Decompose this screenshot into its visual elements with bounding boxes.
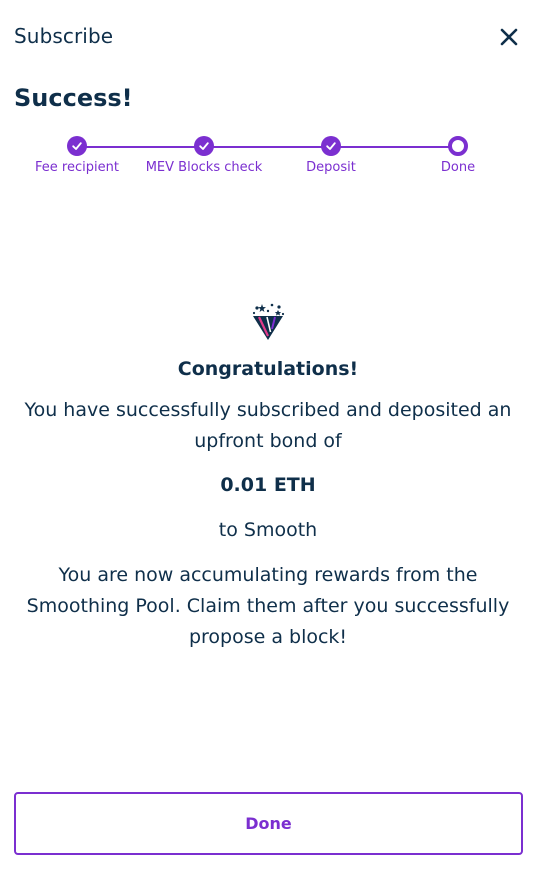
checkmark-icon [199,142,209,150]
checkmark-icon [72,142,82,150]
party-popper-icon [252,303,285,340]
success-message: Congratulations! You have successfully s… [20,302,516,653]
close-button[interactable] [496,24,522,50]
step-complete-indicator [194,136,214,156]
step-current-indicator [448,136,468,156]
pool-name-text: to Smooth [218,519,318,541]
done-button[interactable]: Done [14,792,523,855]
step-label: Fee recipient [35,160,119,175]
step-label: Deposit [306,160,356,175]
close-icon [500,28,518,46]
step-fee-recipient: Fee recipient [7,136,147,175]
step-label: Done [440,160,476,175]
bond-amount: 0.01 ETH [220,474,316,496]
page-title: Success! [14,84,133,112]
step-mev-blocks-check: MEV Blocks check [134,136,274,175]
step-complete-indicator [321,136,341,156]
subscribe-dialog: Subscribe Success! Fee recipient MEV Blo… [0,0,542,873]
step-deposit: Deposit [261,136,401,175]
step-complete-indicator [67,136,87,156]
congratulations-heading: Congratulations! [177,358,359,380]
subscription-message: You have successfully subscribed and dep… [24,399,512,452]
checkmark-icon [326,142,336,150]
rewards-message: You are now accumulating rewards from th… [26,564,510,648]
step-done: Done [388,136,528,175]
progress-stepper: Fee recipient MEV Blocks check Deposit D… [0,136,542,186]
step-label: MEV Blocks check [145,160,263,175]
dialog-title: Subscribe [14,24,114,48]
